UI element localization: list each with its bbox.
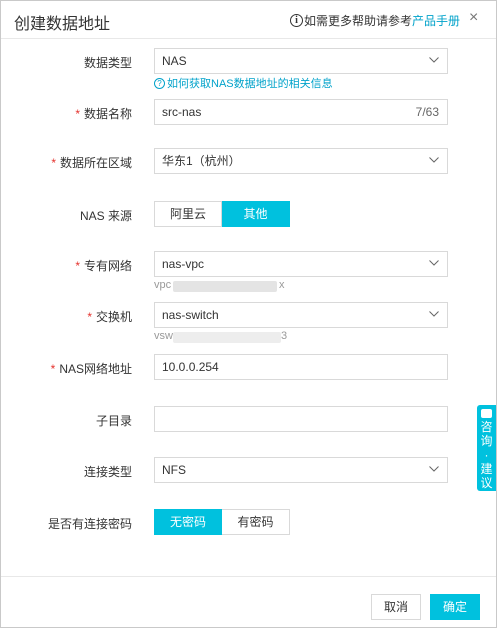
confirm-button[interactable]: 确定 [430, 594, 480, 620]
consult-dot: · [484, 448, 489, 462]
nas-info-link-text: 如何获取NAS数据地址的相关信息 [167, 78, 333, 90]
chevron-down-icon [429, 157, 439, 163]
nas-address-input[interactable]: 10.0.0.254 [154, 354, 448, 380]
subdir-input[interactable] [154, 406, 448, 432]
nas-address-label: * NAS网络地址 [50, 362, 132, 376]
nas-source-aliyun-option[interactable]: 阿里云 [154, 201, 222, 227]
close-icon[interactable]: × [469, 10, 478, 26]
consult-char: 询 [480, 434, 493, 448]
redacted-vpc-id [173, 281, 277, 292]
consult-char: 咨 [480, 420, 493, 434]
password-toggle: 无密码 有密码 [154, 509, 290, 535]
nas-address-value: 10.0.0.254 [162, 360, 219, 374]
data-type-value: NAS [162, 54, 187, 68]
vswitch-label: * 交换机 [87, 310, 132, 324]
data-type-label: 数据类型 [83, 56, 132, 70]
dialog-header: 创建数据地址 i 如需更多帮助请参考 产品手册 × [1, 1, 496, 39]
vpc-value: nas-vpc [162, 257, 205, 271]
vswitch-id-suffix: 3 [281, 330, 288, 342]
has-password-option[interactable]: 有密码 [222, 509, 290, 535]
connection-type-value: NFS [162, 463, 186, 477]
region-label: * 数据所在区域 [51, 156, 132, 170]
required-mark: * [50, 362, 56, 376]
help-hint: i 如需更多帮助请参考 产品手册 [290, 12, 460, 29]
chat-icon [481, 409, 492, 418]
region-select[interactable]: 华东1（杭州） [154, 148, 448, 174]
nas-source-toggle: 阿里云 其他 [154, 201, 290, 227]
vpc-id-hint: vpc [154, 279, 172, 291]
data-name-input[interactable]: src-nas 7/63 [154, 99, 448, 125]
dialog-title: 创建数据地址 [14, 16, 111, 33]
info-icon: i [290, 14, 303, 27]
required-mark: * [75, 259, 80, 273]
vpc-label: * 专有网络 [75, 259, 132, 273]
question-icon: ? [154, 77, 165, 89]
connection-type-label: 连接类型 [83, 465, 132, 479]
required-mark: * [51, 156, 56, 170]
region-value: 华东1（杭州） [162, 154, 241, 168]
chevron-down-icon [429, 260, 439, 266]
data-type-select[interactable]: NAS [154, 48, 448, 74]
nas-info-link[interactable]: ? 如何获取NAS数据地址的相关信息 [154, 75, 333, 91]
nas-source-label: NAS 来源 [79, 209, 132, 223]
data-name-value: src-nas [162, 105, 202, 119]
vswitch-value: nas-switch [162, 308, 219, 322]
chevron-down-icon [429, 311, 439, 317]
connection-type-select[interactable]: NFS [154, 457, 448, 483]
password-label: 是否有连接密码 [47, 517, 132, 531]
vpc-select[interactable]: nas-vpc [154, 251, 448, 277]
consult-char: 建 [480, 462, 493, 476]
no-password-option[interactable]: 无密码 [154, 509, 222, 535]
char-count: 7/63 [415, 105, 439, 119]
required-mark: * [75, 107, 80, 121]
data-name-label: * 数据名称 [75, 107, 132, 121]
required-mark: * [87, 310, 92, 324]
create-data-address-dialog: 创建数据地址 i 如需更多帮助请参考 产品手册 × 数据类型 NAS ? 如何获… [0, 0, 497, 628]
chevron-down-icon [429, 57, 439, 63]
vpc-id-suffix: x [279, 279, 285, 291]
product-manual-link[interactable]: 产品手册 [412, 12, 460, 29]
vswitch-id-hint: vsw [154, 330, 173, 342]
vswitch-select[interactable]: nas-switch [154, 302, 448, 328]
consult-widget[interactable]: 咨 询 · 建 议 [477, 405, 496, 491]
nas-source-other-option[interactable]: 其他 [222, 201, 290, 227]
cancel-button[interactable]: 取消 [371, 594, 421, 620]
redacted-vswitch-id [173, 332, 281, 343]
help-prefix: 如需更多帮助请参考 [304, 14, 413, 28]
chevron-down-icon [429, 466, 439, 472]
consult-char: 议 [480, 476, 493, 490]
footer-divider [1, 576, 496, 577]
subdir-label: 子目录 [95, 414, 132, 428]
